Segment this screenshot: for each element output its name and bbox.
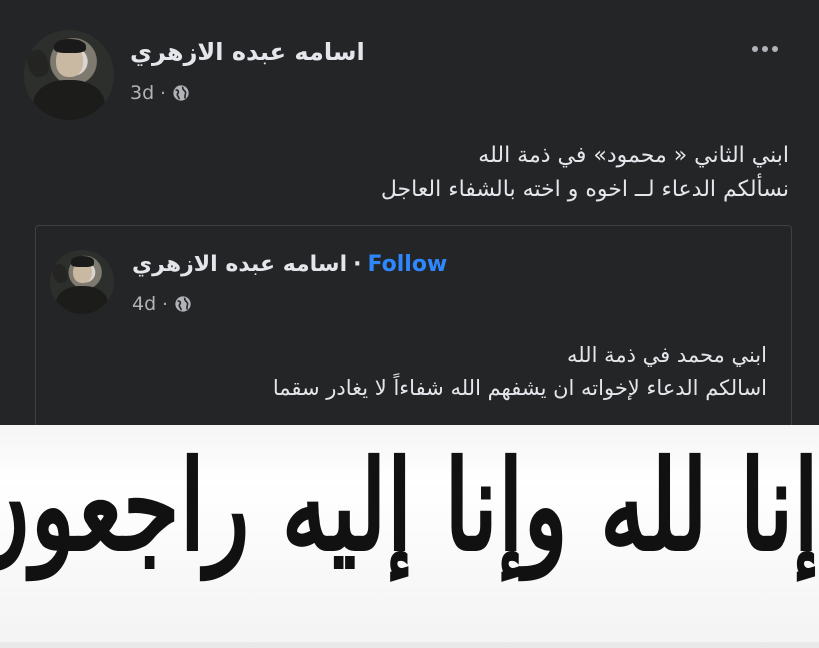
- more-options-icon[interactable]: [752, 46, 778, 52]
- follow-button[interactable]: Follow: [367, 252, 447, 277]
- shared-post-meta: 4d ·: [132, 293, 192, 315]
- condolence-image[interactable]: إنا لله وإنا إليه راجعون: [0, 425, 819, 648]
- shared-post-card[interactable]: اسامه عبده الازهري · Follow 4d · ابني مح…: [35, 225, 792, 441]
- post-text-line-2: نسألكم الدعاء لــ اخوه و اخته بالشفاء ال…: [380, 177, 789, 202]
- condolence-calligraphy: إنا لله وإنا إليه راجعون: [0, 433, 819, 579]
- globe-icon: [173, 85, 189, 101]
- shared-post-text-line-1: ابني محمد في ذمة الله: [566, 343, 767, 367]
- shared-post-time[interactable]: 4d: [132, 293, 156, 315]
- shared-meta-separator: ·: [162, 293, 168, 315]
- image-bottom-edge: [0, 642, 819, 648]
- meta-separator: ·: [160, 82, 166, 104]
- globe-icon: [175, 296, 191, 312]
- shared-post-text-line-2: اسالكم الدعاء لإخواته ان يشفهم الله شفاء…: [272, 376, 767, 400]
- author-avatar[interactable]: [24, 30, 114, 120]
- shared-post-header: اسامه عبده الازهري · Follow: [132, 252, 447, 277]
- post-text-line-1: ابني الثاني « محمود» في ذمة الله: [478, 143, 789, 168]
- header-separator: ·: [353, 252, 362, 277]
- facebook-post: اسامه عبده الازهري 3d · ابني الثاني « مح…: [0, 0, 819, 441]
- shared-author-avatar[interactable]: [50, 250, 114, 314]
- author-name[interactable]: اسامه عبده الازهري: [130, 38, 365, 66]
- post-meta: 3d ·: [130, 82, 190, 104]
- shared-author-name[interactable]: اسامه عبده الازهري: [132, 252, 347, 277]
- post-time[interactable]: 3d: [130, 82, 154, 104]
